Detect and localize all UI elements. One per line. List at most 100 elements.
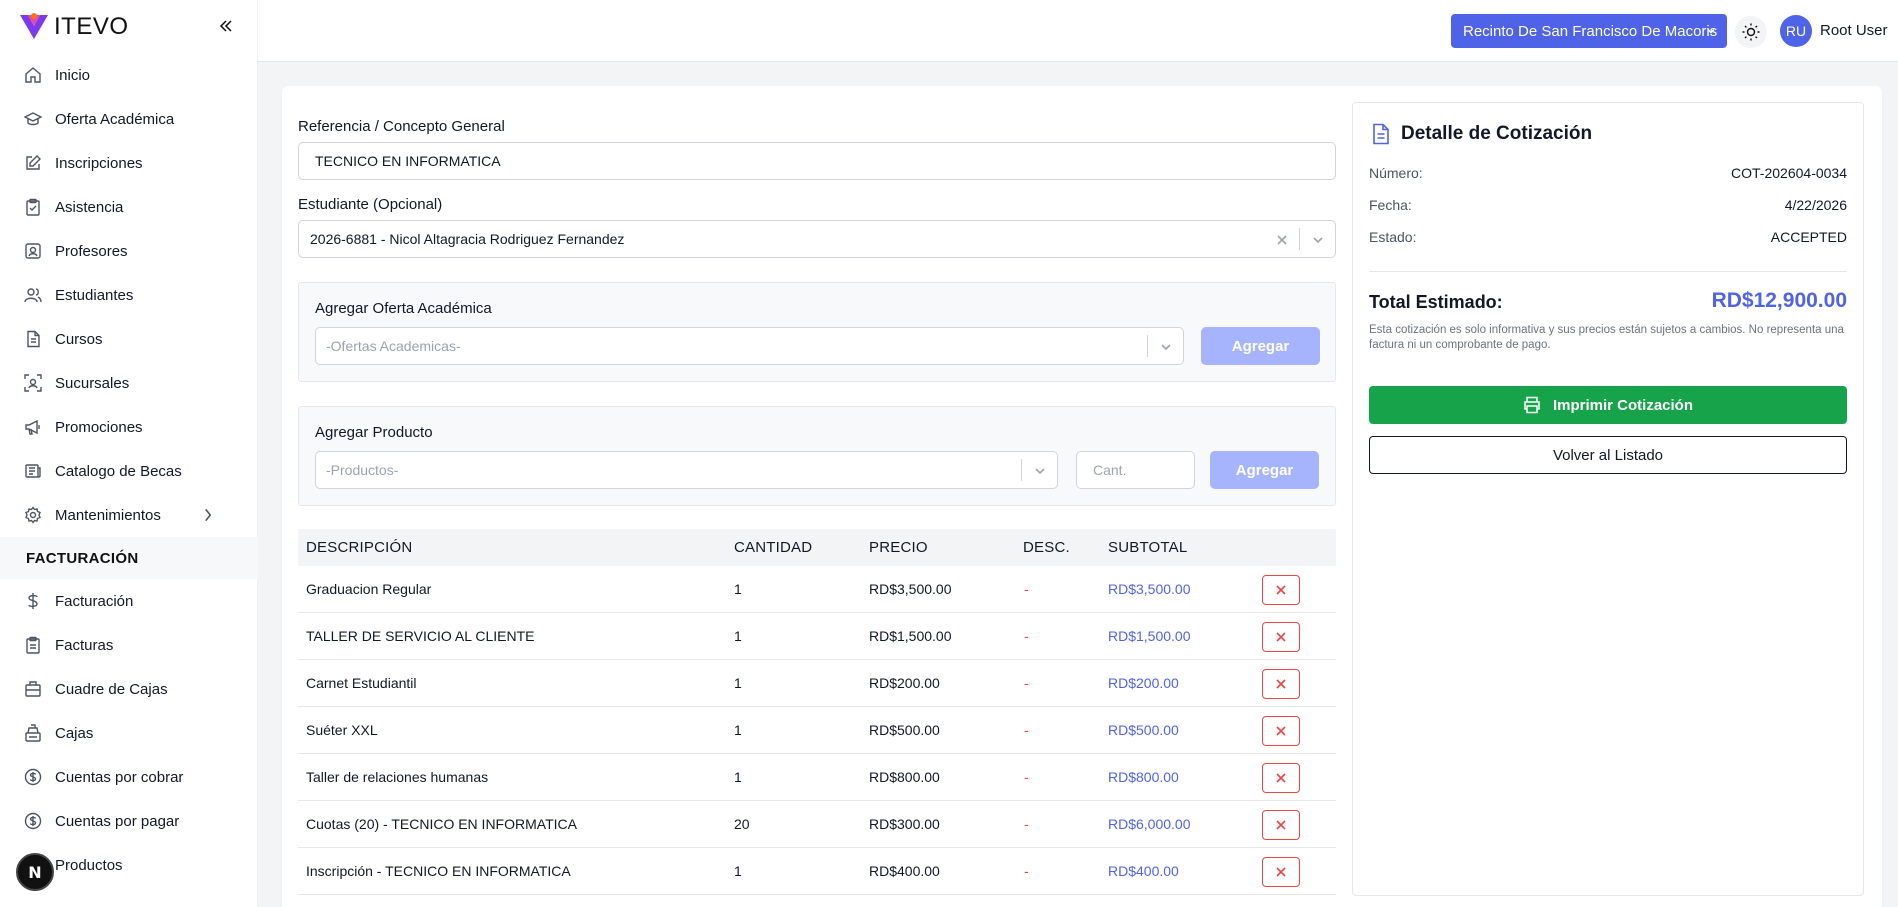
student-label: Estudiante (Opcional) [298,196,443,213]
sidebar-item-label: Asistencia [55,198,124,216]
cash-register-icon [25,724,41,742]
sidebar-item-label: Mantenimientos [55,506,161,524]
table-header: DESCRIPCIÓN CANTIDAD PRECIO DESC. SUBTOT… [298,529,1336,566]
add-offer-button[interactable]: Agregar [1201,327,1320,365]
col-header-quantity: CANTIDAD [734,539,813,556]
branch-name: Recinto De San Francisco De Macoris [1463,22,1718,40]
cell-discount: - [1024,769,1029,785]
table-row: Cuotas (20) - TECNICO EN INFORMATICA 20 … [298,801,1336,848]
cell-discount: - [1024,816,1029,832]
clipboard-icon [26,198,40,216]
remove-item-button[interactable] [1262,669,1300,699]
cell-description: TALLER DE SERVICIO AL CLIENTE [306,628,535,644]
print-quote-button[interactable]: Imprimir Cotización [1369,386,1847,424]
gear-icon [25,506,41,524]
sidebar-item-label: Profesores [55,242,128,260]
briefcase-icon [25,681,41,697]
cell-quantity: 1 [734,863,742,879]
sidebar-item-oferta-academica[interactable]: Oferta Académica [0,97,258,141]
chevron-down-icon[interactable] [1311,233,1325,247]
cell-subtotal: RD$1,500.00 [1108,628,1191,644]
sidebar-item-label: Inicio [55,66,91,84]
sidebar-item-promociones[interactable]: Promociones [0,405,258,449]
close-icon [1276,726,1286,736]
sun-icon [1742,23,1760,41]
sidebar-item-cajas[interactable]: Cajas [0,711,258,755]
remove-item-button[interactable] [1262,763,1300,793]
table-row: Inscripción - TECNICO EN INFORMATICA 1 R… [298,848,1336,895]
remove-item-button[interactable] [1262,716,1300,746]
sidebar-item-cuadre-cajas[interactable]: Cuadre de Cajas [0,667,258,711]
printer-icon [1524,396,1540,414]
sidebar-item-label: Cuentas por pagar [55,812,180,830]
cell-price: RD$300.00 [869,816,940,832]
remove-item-button[interactable] [1262,622,1300,652]
cell-description: Suéter XXL [306,722,378,738]
sidebar-item-cuentas-cobrar[interactable]: Cuentas por cobrar [0,755,258,799]
cell-price: RD$200.00 [869,675,940,691]
itevo-logo-icon [20,13,48,39]
next-dev-badge[interactable]: N [16,853,54,891]
collapse-sidebar-button[interactable] [216,16,236,36]
reference-input[interactable]: TECNICO EN INFORMATICA [298,142,1336,180]
offer-select[interactable]: -Ofertas Academicas- [315,327,1184,365]
user-name[interactable]: Root User [1820,22,1888,39]
sidebar-item-catalogo-becas[interactable]: Catalogo de Becas [0,449,258,493]
cell-description: Cuotas (20) - TECNICO EN INFORMATICA [306,816,577,832]
table-row: Carnet Estudiantil 1 RD$200.00 - RD$200.… [298,660,1336,707]
cell-description: Carnet Estudiantil [306,675,417,691]
add-product-panel: Agregar Producto -Productos- Cant. Agreg… [298,406,1336,506]
cell-discount: - [1024,675,1029,691]
reference-label: Referencia / Concepto General [298,118,505,135]
close-icon [1276,867,1286,877]
theme-toggle-button[interactable] [1735,16,1767,48]
sidebar-item-label: Oferta Académica [55,110,175,128]
sidebar-item-facturacion[interactable]: Facturación [0,579,258,623]
sidebar-item-asistencia[interactable]: Asistencia [0,185,258,229]
remove-item-button[interactable] [1262,810,1300,840]
receipt-icon [26,636,40,654]
sidebar-item-label: Productos [55,856,123,874]
total-value: RD$12,900.00 [1711,289,1847,312]
cell-subtotal: RD$200.00 [1108,675,1179,691]
sidebar-item-profesores[interactable]: Profesores [0,229,258,273]
dollar-icon [28,593,38,609]
users-icon [24,288,42,303]
branch-selector-button[interactable]: Recinto De San Francisco De Macoris [1451,14,1727,48]
student-select[interactable]: 2026-6881 - Nicol Altagracia Rodriguez F… [298,220,1336,258]
cell-subtotal: RD$800.00 [1108,769,1179,785]
clear-icon[interactable] [1275,233,1289,247]
cell-price: RD$500.00 [869,722,940,738]
scan-icon [24,374,42,392]
sidebar-item-cursos[interactable]: Cursos [0,317,258,361]
product-select[interactable]: -Productos- [315,451,1058,489]
col-header-price: PRECIO [869,539,928,556]
remove-item-button[interactable] [1262,857,1300,887]
quantity-input[interactable]: Cant. [1076,451,1195,489]
sidebar-item-inicio[interactable]: Inicio [0,53,258,97]
disclaimer-note: Esta cotización es solo informativa y su… [1369,324,1844,351]
back-to-list-button[interactable]: Volver al Listado [1369,436,1847,474]
cell-price: RD$400.00 [869,863,940,879]
cell-quantity: 1 [734,675,742,691]
sidebar-item-estudiantes[interactable]: Estudiantes [0,273,258,317]
sidebar-item-cuentas-pagar[interactable]: Cuentas por pagar [0,799,258,843]
close-icon [1276,585,1286,595]
sidebar-item-label: Estudiantes [55,286,134,304]
sidebar-item-inscripciones[interactable]: Inscripciones [0,141,258,185]
number-label: Número: [1369,165,1423,181]
sidebar-item-facturas[interactable]: Facturas [0,623,258,667]
sidebar-item-sucursales[interactable]: Sucursales [0,361,258,405]
sidebar-item-mantenimientos[interactable]: Mantenimientos [0,493,258,537]
col-header-discount: DESC. [1023,539,1070,556]
detail-title-text: Detalle de Cotización [1401,123,1593,144]
offer-placeholder: -Ofertas Academicas- [326,338,461,354]
add-product-button[interactable]: Agregar [1210,451,1319,489]
add-product-title: Agregar Producto [315,424,433,441]
brand[interactable]: ITEVO [18,12,129,42]
cell-subtotal: RD$6,000.00 [1108,816,1191,832]
newspaper-icon [25,464,41,478]
sidebar-item-label: Cajas [55,724,94,742]
avatar[interactable]: RU [1780,15,1812,47]
remove-item-button[interactable] [1262,575,1300,605]
